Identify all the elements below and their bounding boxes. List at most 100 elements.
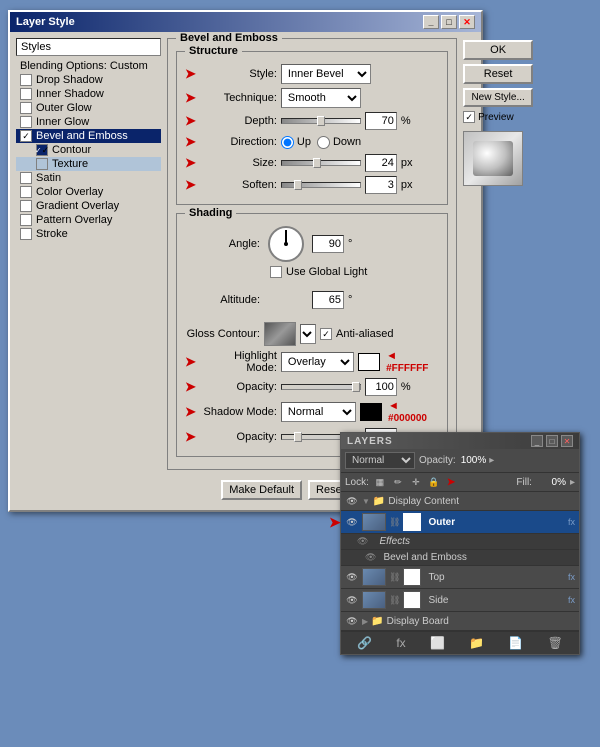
direction-down-radio[interactable]: Down — [317, 136, 361, 149]
fill-arrow-icon2[interactable]: ▸ — [570, 477, 575, 488]
soften-slider[interactable] — [281, 182, 361, 188]
add-style-btn[interactable]: fx — [393, 635, 408, 651]
layer-display-board-row: 👁 ▶ 📁 Display Board — [341, 612, 579, 631]
highlight-mode-select[interactable]: Overlay — [281, 352, 354, 372]
depth-label: Depth: — [202, 115, 277, 127]
angle-input[interactable] — [312, 235, 344, 253]
highlight-color-swatch[interactable] — [358, 353, 380, 371]
top-eye[interactable]: 👁 — [345, 570, 359, 584]
opacity-arrow-icon[interactable]: ▸ — [489, 455, 494, 466]
display-content-collapse[interactable]: ▼ — [362, 497, 370, 506]
display-content-eye[interactable]: 👁 — [345, 494, 359, 508]
sidebar-item-stroke[interactable]: Stroke — [16, 227, 161, 241]
direction-down-input[interactable] — [317, 136, 330, 149]
shadow-mode-select[interactable]: Normal — [281, 402, 356, 422]
depth-input[interactable]: 70 — [365, 112, 397, 130]
outer-eye[interactable]: 👁 — [345, 515, 359, 529]
layer-top-row[interactable]: 👁 ⛓ Top fx — [341, 566, 579, 589]
new-layer-btn[interactable]: 📄 — [505, 635, 526, 651]
highlight-opacity-input[interactable] — [365, 378, 397, 396]
delete-layer-btn[interactable]: 🗑 — [545, 635, 566, 651]
display-board-collapse[interactable]: ▶ — [362, 617, 368, 626]
inner-shadow-checkbox[interactable] — [20, 88, 32, 100]
anti-aliased-checkbox[interactable] — [320, 328, 332, 340]
sidebar-item-drop-shadow[interactable]: Drop Shadow — [16, 73, 161, 87]
layer-mode-select[interactable]: Normal — [345, 452, 415, 469]
outer-arrow-indicator: ➤ — [329, 514, 341, 531]
sidebar-item-inner-shadow[interactable]: Inner Shadow — [16, 87, 161, 101]
technique-select[interactable]: Smooth — [281, 88, 361, 108]
link-layers-btn[interactable]: 🔗 — [354, 635, 375, 651]
sidebar-item-blending[interactable]: Blending Options: Custom — [16, 59, 161, 73]
color-overlay-checkbox[interactable] — [20, 186, 32, 198]
gloss-contour-preview[interactable] — [264, 322, 296, 346]
lock-position-btn[interactable]: ✛ — [409, 475, 423, 489]
altitude-input[interactable] — [312, 291, 344, 309]
depth-row: ➤ Depth: 70 % — [185, 112, 439, 130]
highlight-opacity-slider[interactable] — [281, 384, 361, 390]
global-light-checkbox[interactable] — [270, 266, 282, 278]
bevel-emboss-checkbox[interactable] — [20, 130, 32, 142]
sidebar-item-satin[interactable]: Satin — [16, 171, 161, 185]
sidebar-item-outer-glow[interactable]: Outer Glow — [16, 101, 161, 115]
sidebar-item-pattern-overlay[interactable]: Pattern Overlay — [16, 213, 161, 227]
blending-label: Blending Options: Custom — [20, 60, 148, 72]
size-thumb[interactable] — [313, 158, 321, 168]
satin-checkbox[interactable] — [20, 172, 32, 184]
sidebar-item-texture[interactable]: Texture — [16, 157, 161, 171]
outer-glow-checkbox[interactable] — [20, 102, 32, 114]
contour-checkbox[interactable]: ✓ — [36, 144, 48, 156]
gradient-overlay-checkbox[interactable] — [20, 200, 32, 212]
size-input[interactable] — [365, 154, 397, 172]
depth-thumb[interactable] — [317, 116, 325, 126]
direction-up-radio[interactable]: Up — [281, 136, 311, 149]
preview-checkbox[interactable]: ✓ — [463, 111, 475, 123]
preview-label-row: ✓ Preview — [463, 111, 533, 123]
layer-outer-row[interactable]: ➤ 👁 ⛓ Outer fx — [341, 511, 579, 534]
altitude-row: Altitude: ° — [185, 282, 439, 318]
display-board-eye[interactable]: 👁 — [345, 614, 359, 628]
drop-shadow-checkbox[interactable] — [20, 74, 32, 86]
layers-minimize-btn[interactable]: _ — [531, 435, 543, 447]
lock-transparent-btn[interactable]: ▦ — [373, 475, 387, 489]
pattern-overlay-checkbox[interactable] — [20, 214, 32, 226]
angle-dial[interactable] — [268, 226, 304, 262]
top-label: Top — [428, 572, 444, 583]
style-select[interactable]: Inner Bevel — [281, 64, 371, 84]
lock-all-btn[interactable]: 🔒 — [427, 475, 441, 489]
layers-restore-btn[interactable]: □ — [546, 435, 558, 447]
bevel-effect-eye[interactable]: 👁 — [365, 552, 376, 563]
soften-thumb[interactable] — [294, 180, 302, 190]
direction-up-input[interactable] — [281, 136, 294, 149]
inner-glow-checkbox[interactable] — [20, 116, 32, 128]
shadow-opacity-thumb[interactable] — [294, 432, 302, 442]
reset-button[interactable]: Reset — [463, 64, 533, 84]
restore-button[interactable]: □ — [441, 15, 457, 29]
sidebar-item-bevel-emboss[interactable]: Bevel and Emboss — [16, 129, 161, 143]
depth-slider[interactable] — [281, 118, 361, 124]
sidebar-item-inner-glow[interactable]: Inner Glow — [16, 115, 161, 129]
angle-degree: ° — [348, 238, 352, 250]
soften-input[interactable] — [365, 176, 397, 194]
stroke-checkbox[interactable] — [20, 228, 32, 240]
lock-paint-btn[interactable]: ✏ — [391, 475, 405, 489]
close-button[interactable]: ✕ — [459, 15, 475, 29]
sidebar-item-gradient-overlay[interactable]: Gradient Overlay — [16, 199, 161, 213]
highlight-opacity-thumb[interactable] — [352, 382, 360, 392]
effects-eye[interactable]: 👁 — [357, 536, 368, 547]
layer-side-row[interactable]: 👁 ⛓ Side fx — [341, 589, 579, 612]
ok-button[interactable]: OK — [463, 40, 533, 60]
add-mask-btn[interactable]: ⬜ — [427, 635, 448, 651]
make-default-button[interactable]: Make Default — [221, 480, 302, 500]
sidebar-item-contour[interactable]: ✓ Contour — [16, 143, 161, 157]
gloss-contour-select[interactable] — [300, 324, 316, 344]
sidebar-item-color-overlay[interactable]: Color Overlay — [16, 185, 161, 199]
size-slider[interactable] — [281, 160, 361, 166]
layers-close-btn[interactable]: ✕ — [561, 435, 573, 447]
minimize-button[interactable]: _ — [423, 15, 439, 29]
new-group-btn[interactable]: 📁 — [466, 635, 487, 651]
texture-checkbox[interactable] — [36, 158, 48, 170]
new-style-button[interactable]: New Style... — [463, 88, 533, 107]
shadow-color-swatch[interactable] — [360, 403, 382, 421]
side-eye[interactable]: 👁 — [345, 593, 359, 607]
